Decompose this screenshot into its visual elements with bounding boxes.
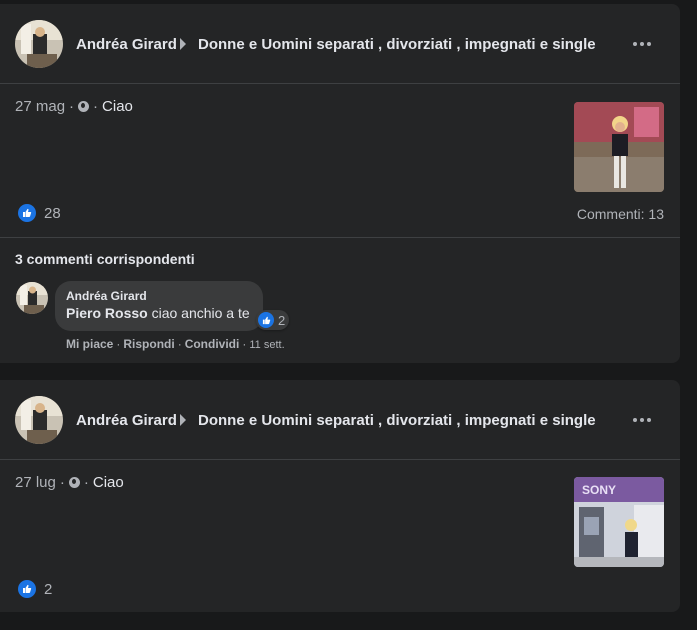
commenter-avatar[interactable] bbox=[16, 282, 48, 314]
post-meta: 27 mag · · Ciao bbox=[15, 98, 133, 115]
divider bbox=[0, 237, 680, 238]
author-avatar[interactable] bbox=[15, 20, 63, 68]
post-meta: 27 lug · · Ciao bbox=[15, 474, 124, 491]
post-date[interactable]: 27 mag bbox=[15, 98, 65, 115]
reactions-summary[interactable]: 28 bbox=[18, 204, 61, 222]
comment-text: Piero Rosso ciao anchio a te bbox=[66, 305, 250, 321]
caret-right-icon bbox=[180, 414, 186, 426]
likes-count: 2 bbox=[44, 580, 53, 598]
group-name[interactable]: Donne e Uomini separati , divorziati , i… bbox=[198, 412, 596, 429]
like-icon bbox=[258, 312, 274, 328]
globe-icon bbox=[68, 477, 80, 488]
post-header: Andréa Girard Donne e Uomini separati , … bbox=[0, 380, 680, 460]
post-header: Andréa Girard Donne e Uomini separati , … bbox=[0, 4, 680, 84]
mention-link[interactable]: Piero Rosso bbox=[66, 305, 148, 321]
reactions-summary[interactable]: 2 bbox=[18, 580, 52, 598]
post-card: Andréa Girard Donne e Uomini separati , … bbox=[0, 4, 680, 363]
post-photo[interactable]: SONY bbox=[574, 477, 664, 567]
comment-reactions[interactable]: 2 bbox=[256, 310, 290, 330]
commenter-name[interactable]: Andréa Girard bbox=[66, 289, 252, 304]
likes-count: 28 bbox=[44, 204, 61, 222]
comments-count[interactable]: Commenti: 13 bbox=[577, 206, 664, 222]
author-name[interactable]: Andréa Girard bbox=[76, 412, 177, 429]
author-name[interactable]: Andréa Girard bbox=[76, 36, 177, 53]
comment-actions: Mi piace · Rispondi · Condividi · 11 sett. bbox=[66, 337, 285, 351]
post-photo[interactable] bbox=[574, 102, 664, 192]
author-avatar[interactable] bbox=[15, 396, 63, 444]
globe-icon bbox=[78, 101, 90, 112]
post-text: Ciao bbox=[92, 474, 124, 491]
more-options-icon[interactable] bbox=[630, 408, 654, 432]
sony-sign: SONY bbox=[582, 483, 616, 497]
matching-comments-title: 3 commenti corrispondenti bbox=[15, 251, 195, 267]
comment-share-button[interactable]: Condividi bbox=[185, 337, 240, 351]
comment-time[interactable]: 11 sett. bbox=[249, 339, 284, 351]
group-name[interactable]: Donne e Uomini separati , divorziati , i… bbox=[198, 36, 596, 53]
more-options-icon[interactable] bbox=[630, 32, 654, 56]
like-icon bbox=[18, 580, 36, 598]
post-text: Ciao bbox=[102, 98, 133, 115]
like-icon bbox=[18, 204, 36, 222]
post-date[interactable]: 27 lug bbox=[15, 474, 56, 491]
caret-right-icon bbox=[180, 38, 186, 50]
comment-reply-button[interactable]: Rispondi bbox=[123, 337, 174, 351]
comment-bubble: Andréa Girard Piero Rosso ciao anchio a … bbox=[55, 281, 263, 331]
comment-like-button[interactable]: Mi piace bbox=[66, 337, 113, 351]
post-card: Andréa Girard Donne e Uomini separati , … bbox=[0, 380, 680, 612]
